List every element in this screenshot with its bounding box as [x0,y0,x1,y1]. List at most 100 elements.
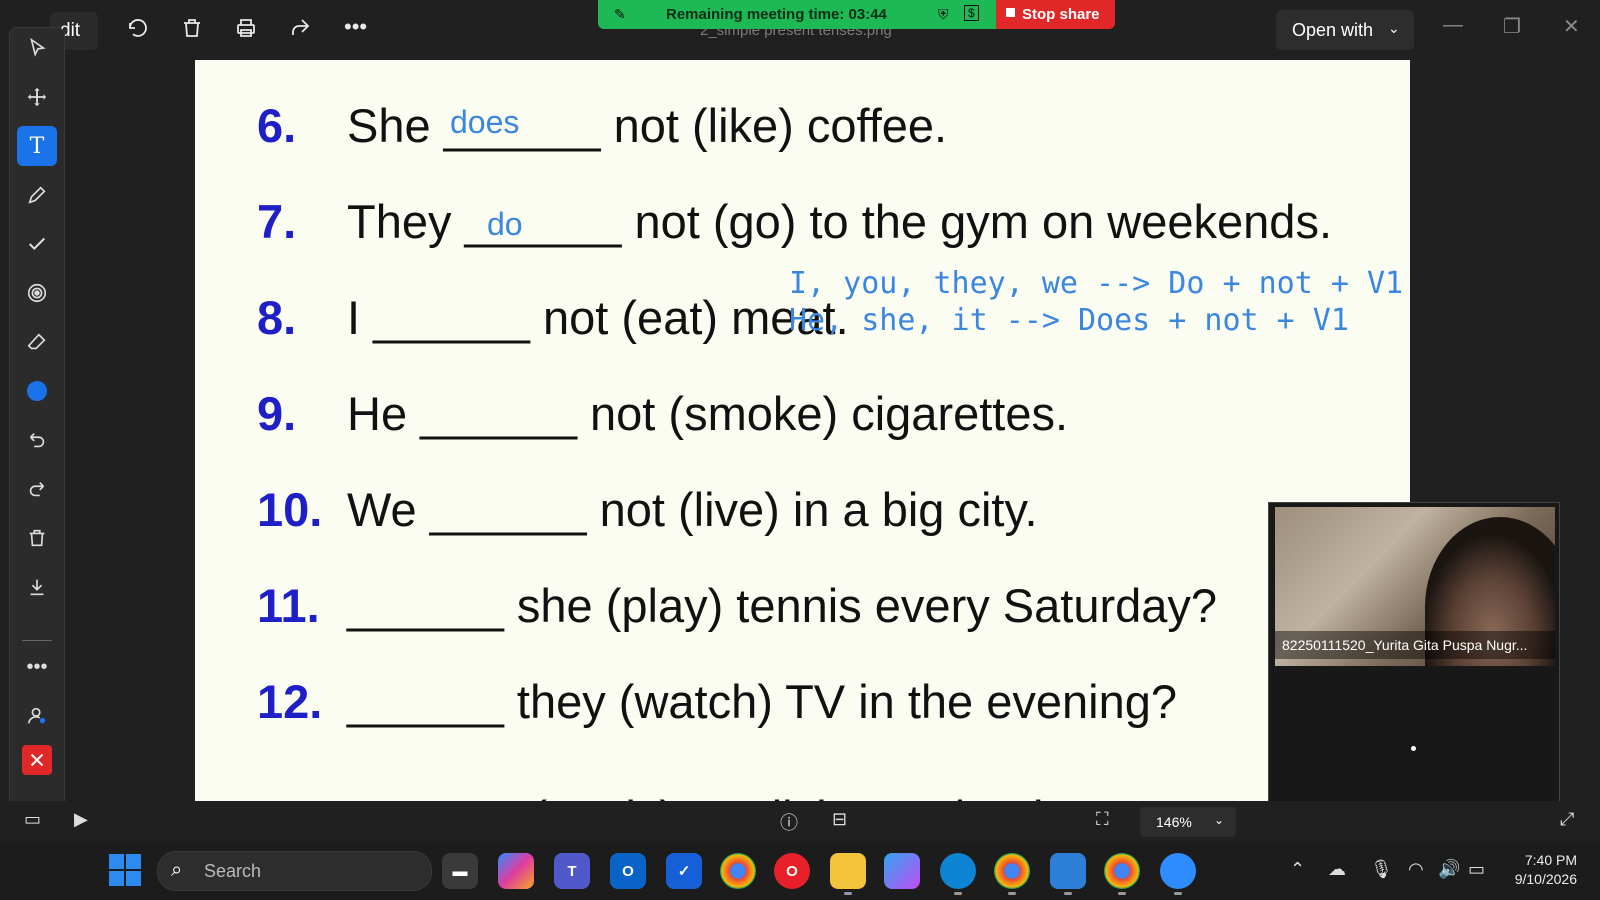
pen-tool-icon[interactable] [17,175,57,215]
handwritten-answer: do [487,206,523,242]
participant-name: 82250111520_Yurita Gita Puspa Nugr... [1275,631,1555,659]
fit-to-window-icon[interactable]: ⛶ [1096,809,1109,830]
print-icon[interactable] [234,16,262,44]
text-recognition-icon[interactable]: ⊟ [832,809,847,830]
windows-logo-tile [109,854,124,869]
shield-icon: ⛨ [938,6,949,22]
stop-icon [1006,8,1015,17]
close-annotation-icon[interactable] [22,745,52,775]
question-number: 12. [257,675,323,728]
question-number: 11. [257,579,320,632]
edge-icon[interactable] [940,853,976,895]
restore-icon[interactable]: ❐ [1503,14,1521,39]
slideshow-icon[interactable]: ▶ [74,809,88,830]
remaining-meeting-time: Remaining meeting time: 03:44 [666,6,887,23]
clock-date: 9/10/2026 [1514,871,1577,887]
annotation-toolbar: T ••• [9,27,65,813]
annotation-note: I, you, they, we --> Do + not + V1 [789,266,1404,301]
running-indicator [844,892,852,895]
meeting-status-bar: ✎ Remaining meeting time: 03:44 ⛨ $ [598,0,996,29]
cloud-offline-icon[interactable]: ☁ [1328,859,1346,880]
question-text: I ______ not (eat) meat. [347,291,849,344]
file-explorer-icon[interactable] [830,853,866,895]
running-indicator [1008,892,1016,895]
question-number: 7. [257,195,297,248]
windows-logo-tile [109,871,124,886]
whiteboard-icon[interactable]: ✓ [666,853,702,889]
filmstrip-icon[interactable]: ▭ [24,809,41,830]
rotate-icon[interactable] [126,16,154,44]
chevron-down-icon: ⌄ [1214,813,1225,827]
select-tool-icon[interactable] [17,28,57,68]
opera-icon[interactable]: O [774,853,810,889]
more-options-icon[interactable]: ••• [344,14,372,42]
clock-time: 7:40 PM [1524,852,1577,868]
copilot-icon[interactable] [498,853,534,889]
search-placeholder: Search [204,861,262,881]
zoom-level: 146% [1156,814,1192,830]
teams-icon[interactable]: T [554,853,590,889]
chevron-down-icon: ⌄ [1388,20,1400,36]
color-picker-icon[interactable] [17,371,57,411]
system-clock[interactable]: 7:40 PM 9/10/2026 [1505,851,1577,889]
question-text: He ______ not (smoke) cigarettes. [347,387,1069,440]
task-view-icon[interactable]: ▬ [442,853,478,889]
zoom-app-icon[interactable] [1160,853,1196,895]
broadcast-icon: ✎ [614,6,626,22]
close-icon[interactable]: ✕ [1563,14,1580,39]
stop-share-label: Stop share [1022,6,1100,23]
participant-video-panel[interactable]: 82250111520_Yurita Gita Puspa Nugr... [1268,502,1560,826]
question-number: 6. [257,99,297,152]
chevron-up-icon[interactable]: ⌃ [1290,859,1305,880]
more-tools-icon[interactable]: ••• [17,647,57,687]
wifi-icon[interactable]: ◠ [1408,859,1424,880]
image-canvas: 6. She ______ not (like) coffee. 7. They… [195,60,1410,801]
running-indicator [1118,892,1126,895]
microphone-icon[interactable]: 🎙 [1370,859,1393,880]
checkmark-tool-icon[interactable] [17,224,57,264]
delete-icon[interactable] [180,16,208,44]
volume-icon[interactable]: 🔊 [1438,859,1460,880]
spotlight-tool-icon[interactable] [17,273,57,313]
chrome-profile-icon[interactable] [994,853,1030,895]
chrome-icon[interactable] [720,853,756,889]
fullscreen-icon[interactable]: ⤢ [1560,809,1574,830]
start-button[interactable] [109,854,141,886]
zoom-dropdown[interactable]: 146% ⌄ [1140,807,1236,837]
info-icon[interactable]: ⓘ [780,809,798,835]
windows-taskbar: ⌕ Search ▬ T O ✓ O ⌃ ☁ 🎙 ◠ 🔊 ▭ 7:40 PM 9… [0,841,1600,900]
question-text: She ______ not (like) coffee. [347,99,948,152]
open-with-button[interactable]: Open with ⌄ [1276,10,1414,50]
redo-icon[interactable] [17,469,57,509]
dollar-icon: $ [964,5,979,21]
battery-icon[interactable]: ▭ [1468,859,1485,880]
windows-logo-tile [126,871,141,886]
question-text: We ______ not (live) in a big city. [347,483,1038,536]
eraser-tool-icon[interactable] [17,322,57,362]
viewer-bottom-bar: ▭ ▶ ⓘ ⊟ ⛶ 146% ⌄ ⤢ [0,801,1600,841]
share-icon[interactable] [288,16,316,44]
question-text: ______ she (play) tennis every Saturday? [347,579,1218,632]
running-indicator [954,892,962,895]
text-tool-icon[interactable]: T [17,126,57,166]
windows-logo-tile [126,854,141,869]
save-download-icon[interactable] [17,567,57,607]
open-with-label: Open with [1292,20,1374,40]
minimize-icon[interactable]: — [1443,14,1463,37]
photos-icon[interactable] [1050,853,1086,895]
taskbar-search[interactable]: ⌕ Search [157,851,432,891]
running-indicator [1064,892,1072,895]
undo-icon[interactable] [17,420,57,460]
question-number: 10. [257,483,323,536]
user-annotations-icon[interactable] [17,696,57,736]
question-row-cut-off: 13. ______ I (study) English at school? [257,790,1070,801]
stop-share-button[interactable]: Stop share [996,0,1115,29]
search-icon: ⌕ [171,859,183,881]
move-tool-icon[interactable] [17,77,57,117]
toolbar-divider [22,640,52,641]
clear-annotations-icon[interactable] [17,518,57,558]
running-indicator [1174,892,1182,895]
outlook-icon[interactable]: O [610,853,646,889]
chrome-work-icon[interactable] [1104,853,1140,895]
microsoft-365-icon[interactable] [884,853,920,889]
